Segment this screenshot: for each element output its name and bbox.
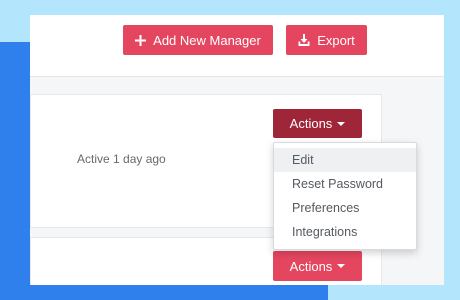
menu-item-integrations[interactable]: Integrations [274,220,416,244]
download-icon [298,34,310,46]
plus-icon [135,34,147,46]
caret-down-icon [337,264,346,268]
actions-dropdown-button[interactable]: Actions [273,109,362,138]
add-new-manager-label: Add New Manager [153,32,261,48]
export-label: Export [317,32,355,48]
app-frame: Add New Manager Export Active 1 day ago … [30,15,444,285]
export-button[interactable]: Export [286,25,367,55]
actions-dropdown-button[interactable]: Actions [273,251,362,281]
manager-status: Active 1 day ago [77,152,166,166]
page-header: Add New Manager Export [30,15,444,77]
caret-down-icon [337,121,346,126]
menu-item-edit[interactable]: Edit [274,148,416,172]
menu-item-reset-password[interactable]: Reset Password [274,172,416,196]
actions-label: Actions [289,116,333,131]
add-new-manager-button[interactable]: Add New Manager [123,25,273,55]
actions-label: Actions [289,258,333,274]
actions-dropdown-menu: Edit Reset Password Preferences Integrat… [273,142,417,250]
menu-item-preferences[interactable]: Preferences [274,196,416,220]
